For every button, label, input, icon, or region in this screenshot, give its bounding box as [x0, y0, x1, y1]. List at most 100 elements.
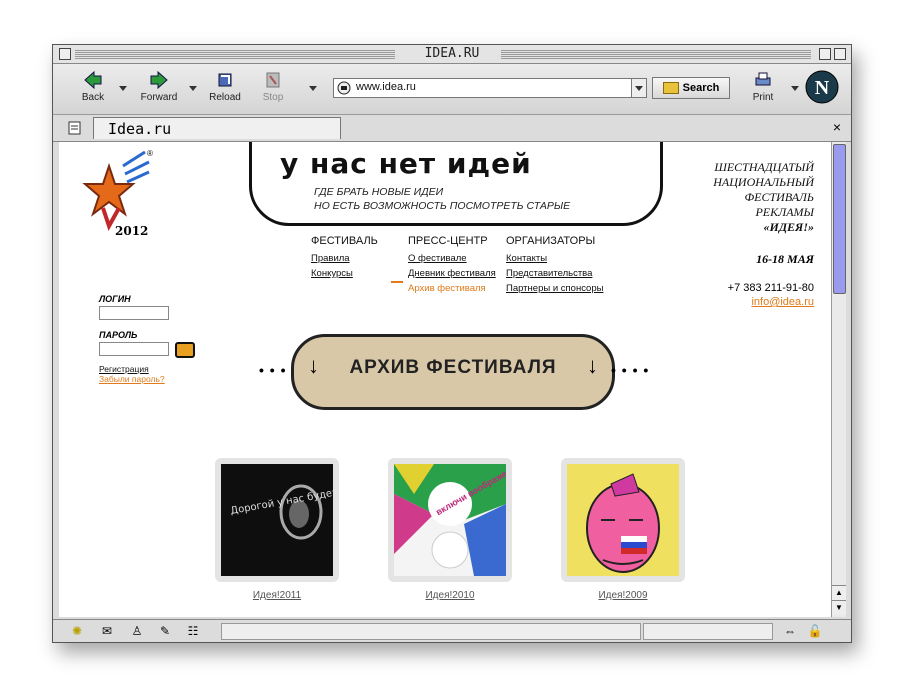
navigation-toolbar: Back Forward Reload Stop www.idea.ru Sea…: [53, 64, 851, 115]
status-text-field: [221, 623, 641, 640]
page-tab-icon[interactable]: [67, 120, 83, 136]
menu-link-contests[interactable]: Конкурсы: [311, 268, 378, 279]
reload-button[interactable]: Reload: [203, 70, 247, 103]
archive-caption-2010[interactable]: Идея!2010: [388, 590, 512, 601]
search-button[interactable]: Search: [652, 77, 730, 99]
forward-arrow-icon: [150, 70, 168, 90]
menu-heading-festival: ФЕСТИВАЛЬ: [311, 235, 378, 247]
archive-title: АРХИВ ФЕСТИВАЛЯ: [349, 357, 557, 378]
archive-thumb-2011[interactable]: Дорогой у нас будет идея!: [215, 458, 371, 582]
tab-bar: Idea.ru ×: [53, 115, 851, 142]
login-label: ЛОГИН: [99, 294, 131, 304]
netscape-logo-icon[interactable]: N: [805, 70, 839, 104]
scroll-down-button[interactable]: ▼: [832, 600, 846, 615]
search-icon: [662, 82, 679, 95]
archive-image-2010: включи воображение: [394, 460, 522, 576]
status-bar: ✺ ✉ ♙ ✎ ☷ ⇔ 🔓: [53, 619, 851, 642]
scroll-up-button[interactable]: ▲: [832, 585, 846, 600]
menu-heading-organizers: ОРГАНИЗАТОРЫ: [506, 235, 596, 247]
festival-info-line: РЕКЛАМЫ: [755, 205, 814, 219]
zoom-box-icon[interactable]: [819, 48, 831, 60]
print-button[interactable]: Print: [741, 70, 785, 103]
banner-subtitle-1: ГДЕ БРАТЬ НОВЫЕ ИДЕИ: [314, 186, 444, 198]
composer-icon[interactable]: ✎: [157, 624, 173, 638]
login-submit-button[interactable]: [175, 342, 195, 358]
tab-idea-ru[interactable]: Idea.ru: [93, 117, 341, 139]
print-dropdown-icon[interactable]: [791, 86, 799, 91]
archive-caption-2009[interactable]: Идея!2009: [561, 590, 685, 601]
festival-info-line: НАЦИОНАЛЬНЫЙ: [713, 175, 814, 189]
forward-label: Forward: [140, 92, 178, 103]
forgot-password-link[interactable]: Забыли пароль?: [99, 374, 169, 384]
search-label: Search: [682, 82, 720, 94]
header-banner: у нас нет идей ГДЕ БРАТЬ НОВЫЕ ИДЕИ НО Е…: [249, 142, 663, 226]
login-input[interactable]: [99, 306, 169, 320]
tab-close-icon[interactable]: ×: [833, 119, 841, 135]
print-label: Print: [752, 92, 774, 103]
archive-thumb-2010[interactable]: включи воображение: [388, 458, 522, 582]
address-book-icon[interactable]: ☷: [185, 624, 201, 638]
site-icon: [337, 81, 351, 95]
password-label: ПАРОЛЬ: [99, 330, 138, 340]
forward-button[interactable]: Forward: [137, 70, 181, 103]
back-button[interactable]: Back: [71, 70, 115, 103]
scrollbar-thumb[interactable]: [833, 144, 846, 294]
login-form: ЛОГИН ПАРОЛЬ Регистрация Забыли пароль?: [99, 290, 195, 384]
menu-link-archive[interactable]: Архив фестиваля: [408, 283, 496, 294]
svg-text:®: ®: [147, 149, 153, 158]
festival-info-line: ФЕСТИВАЛЬ: [744, 190, 815, 204]
instant-messenger-icon[interactable]: ♙: [129, 624, 145, 638]
archive-image-2011: Дорогой у нас будет идея!: [221, 464, 371, 576]
printer-icon: [755, 72, 771, 86]
menu-festival: ФЕСТИВАЛЬ Правила Конкурсы: [311, 235, 378, 283]
menu-organizers: ОРГАНИЗАТОРЫ Контакты Представительства …: [506, 235, 603, 298]
navigator-icon[interactable]: ✺: [69, 624, 85, 638]
menu-press-center: ПРЕСС-ЦЕНТР О фестивале Дневник фестивал…: [408, 235, 496, 298]
menu-heading-press: ПРЕСС-ЦЕНТР: [408, 235, 488, 247]
archive-banner: ↓ АРХИВ ФЕСТИВАЛЯ ↓: [291, 334, 615, 410]
menu-link-contacts[interactable]: Контакты: [506, 253, 603, 264]
down-arrow-icon: ↓: [587, 353, 598, 378]
mail-icon[interactable]: ✉: [99, 624, 115, 638]
register-link[interactable]: Регистрация: [99, 364, 169, 374]
password-input[interactable]: [99, 342, 169, 356]
browser-window: IDEA.RU Back Forward Reload Stop www.ide…: [52, 44, 852, 643]
vertical-scrollbar[interactable]: ▲ ▼: [831, 142, 846, 617]
history-dropdown-icon[interactable]: [309, 86, 317, 91]
festival-info-line: ШЕСТНАДЦАТЫЙ: [714, 160, 814, 174]
security-lock-icon[interactable]: 🔓: [807, 624, 823, 638]
archive-caption-2011[interactable]: Идея!2011: [215, 590, 339, 601]
title-bar[interactable]: IDEA.RU: [53, 45, 851, 64]
url-field[interactable]: www.idea.ru: [333, 78, 647, 98]
back-dropdown-icon[interactable]: [119, 86, 127, 91]
menu-link-rules[interactable]: Правила: [311, 253, 378, 264]
menu-link-diary[interactable]: Дневник фестиваля: [408, 268, 496, 279]
back-label: Back: [81, 92, 105, 103]
url-text: www.idea.ru: [356, 81, 416, 93]
contact-email-link[interactable]: info@idea.ru: [699, 296, 814, 308]
logo-year: 2012: [115, 224, 149, 238]
imagination-image: включи воображение: [394, 460, 522, 576]
menu-link-offices[interactable]: Представительства: [506, 268, 603, 279]
banner-title: у нас нет идей: [280, 147, 532, 180]
stop-icon: [266, 72, 280, 88]
connection-icon[interactable]: ⇔: [779, 624, 801, 638]
menu-link-about[interactable]: О фестивале: [408, 253, 496, 264]
progress-field: [643, 623, 773, 640]
stop-button[interactable]: Stop: [251, 70, 295, 103]
festival-info-line: «ИДЕЯ!»: [763, 220, 814, 234]
active-marker-icon: [391, 281, 403, 283]
face-drawing-image: [567, 464, 679, 576]
forward-dropdown-icon[interactable]: [189, 86, 197, 91]
ultrasound-image: Дорогой у нас будет идея!: [221, 464, 371, 576]
chevron-down-icon: [635, 86, 643, 91]
url-dropdown-button[interactable]: [631, 79, 646, 97]
archive-thumb-2009[interactable]: [561, 458, 685, 582]
menu-link-partners[interactable]: Партнеры и спонсоры: [506, 283, 603, 294]
archive-image-2009: [567, 464, 679, 576]
stop-label: Stop: [262, 92, 284, 103]
contact-phone: +7 383 211-91-80: [727, 282, 814, 294]
archive-dots-right: • • • •: [611, 362, 650, 378]
collapse-box-icon[interactable]: [834, 48, 846, 60]
tab-label: Idea.ru: [108, 120, 172, 138]
